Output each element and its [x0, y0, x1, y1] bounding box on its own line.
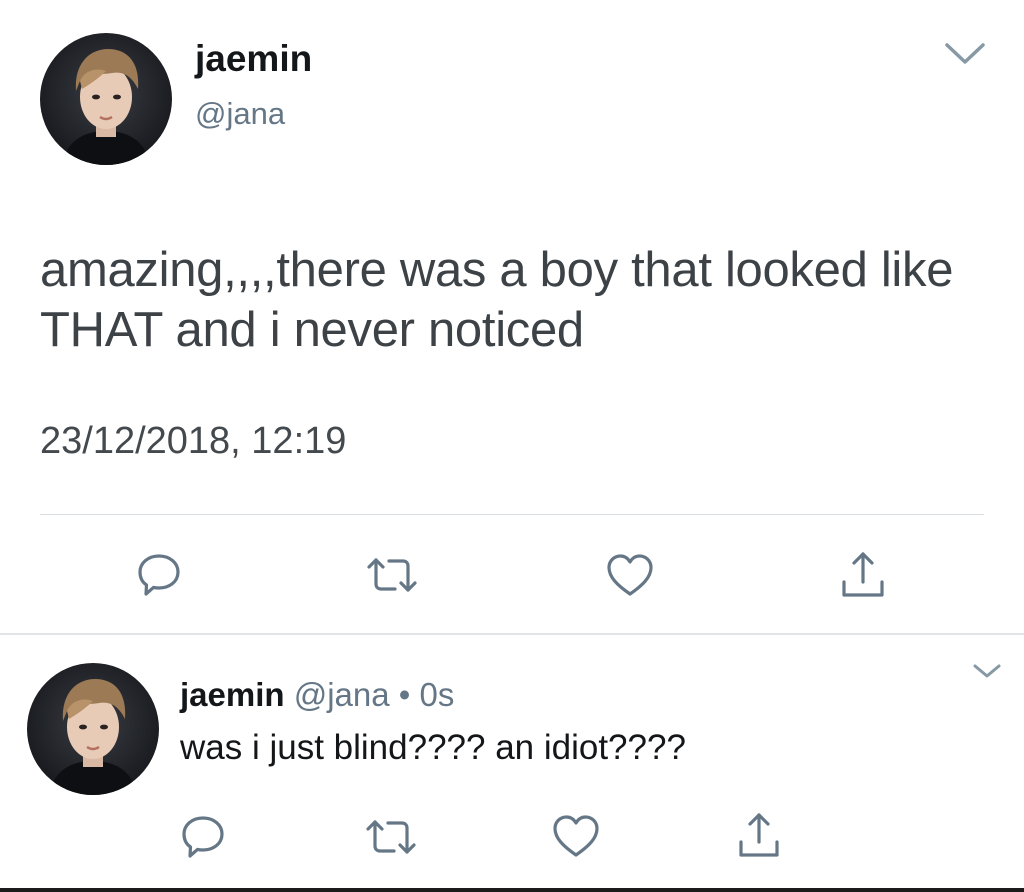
section-divider — [0, 633, 1024, 635]
reply-tweet-time[interactable]: 0s — [420, 676, 455, 713]
main-tweet-timestamp[interactable]: 23/12/2018, 12:19 — [40, 420, 346, 463]
reply-tweet-display-name[interactable]: jaemin — [180, 676, 285, 713]
reply-tweet-avatar[interactable] — [27, 663, 159, 795]
reply-heart-icon[interactable] — [551, 813, 601, 859]
main-tweet-text: amazing,,,,there was a boy that looked l… — [40, 243, 954, 357]
reply-tweet-handle[interactable]: @jana — [294, 676, 390, 713]
main-heart-icon[interactable] — [605, 552, 655, 598]
reply-tweet-text: was i just blind???? an idiot???? — [180, 728, 686, 767]
main-share-upload-icon[interactable] — [838, 548, 888, 600]
reply-share-upload-icon[interactable] — [736, 810, 782, 860]
main-tweet-divider — [40, 514, 984, 515]
main-tweet-avatar[interactable] — [40, 33, 172, 165]
main-tweet-handle[interactable]: @jana — [195, 96, 285, 132]
reply-tweet-menu-chevron-down-icon[interactable] — [972, 662, 1002, 680]
reply-tweet-header: jaemin @jana • 0s — [180, 676, 454, 714]
main-reply-bubble-icon[interactable] — [136, 552, 182, 598]
main-retweet-icon[interactable] — [365, 552, 419, 598]
main-tweet-display-name[interactable]: jaemin — [195, 38, 312, 80]
bottom-edge-bar — [0, 888, 1024, 892]
main-tweet-menu-chevron-down-icon[interactable] — [944, 40, 986, 68]
reply-retweet-icon[interactable] — [364, 814, 418, 860]
reply-reply-bubble-icon[interactable] — [180, 814, 226, 860]
reply-tweet-separator: • — [398, 676, 411, 713]
